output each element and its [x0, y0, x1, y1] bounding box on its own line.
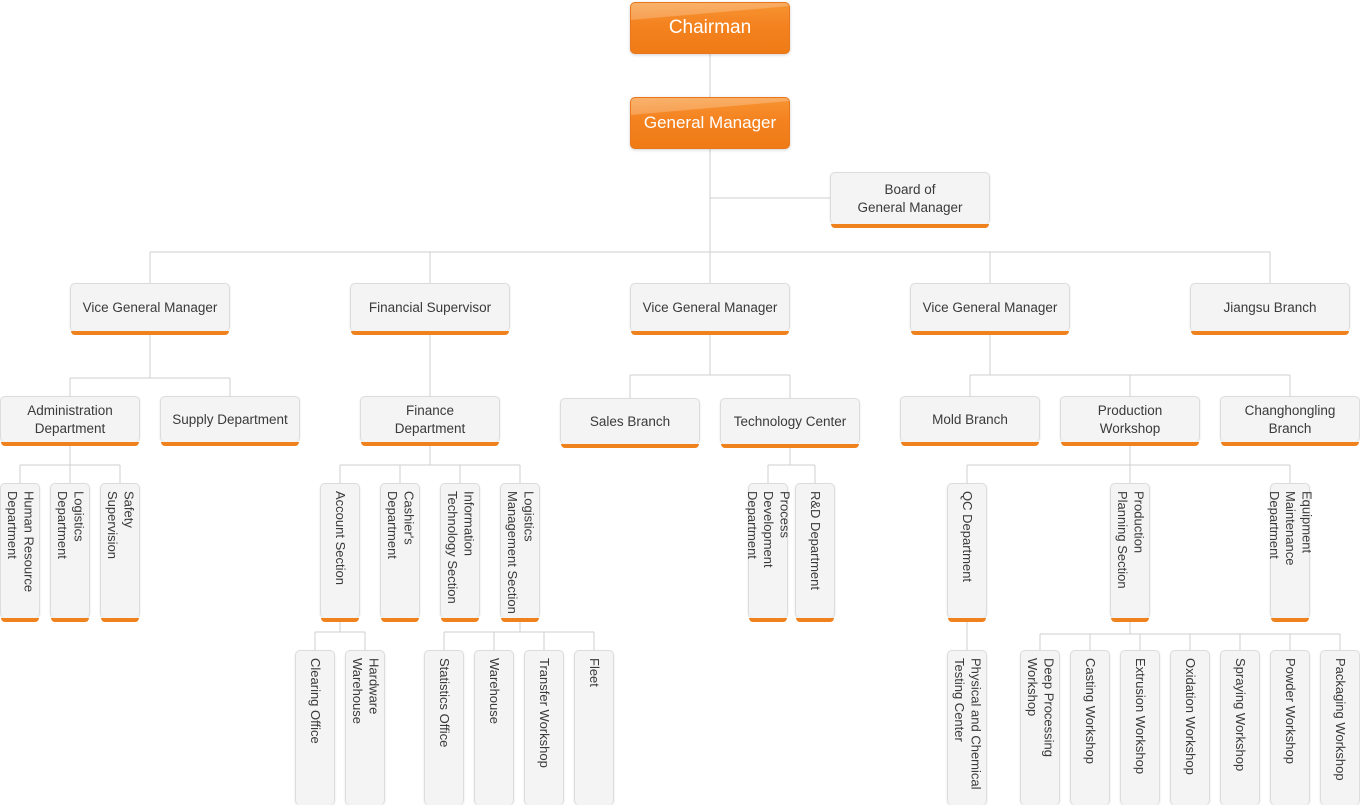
- org-node-deep_proc_ws[interactable]: Deep Processing Workshop: [1020, 650, 1060, 805]
- org-node-label: Packaging Workshop: [1333, 658, 1349, 781]
- org-node-spraying_ws[interactable]: Spraying Workshop: [1220, 650, 1260, 805]
- org-node-prod_workshop[interactable]: Production Workshop: [1060, 396, 1200, 446]
- org-node-chairman[interactable]: Chairman: [630, 2, 790, 54]
- org-node-label: Finance Department: [394, 403, 466, 436]
- org-node-label: Oxidation Workshop: [1183, 658, 1199, 775]
- org-node-label: Equipment Maintenance Department: [1266, 491, 1315, 566]
- org-node-label: Physical and Chemical Testing Center: [952, 658, 984, 790]
- org-node-account_sec[interactable]: Account Section: [320, 483, 360, 622]
- org-node-warehouse[interactable]: Warehouse: [474, 650, 514, 805]
- org-node-transfer_ws[interactable]: Transfer Workshop: [524, 650, 564, 805]
- org-node-label: Casting Workshop: [1083, 658, 1099, 764]
- org-node-label: R&D Department: [808, 491, 824, 590]
- org-node-label: Production Workshop: [1097, 403, 1163, 436]
- org-node-phys_chem_test[interactable]: Physical and Chemical Testing Center: [947, 650, 987, 805]
- org-node-label: Administration Department: [27, 403, 113, 436]
- org-node-label: Spraying Workshop: [1233, 658, 1249, 772]
- org-node-label: Hardware Warehouse: [350, 658, 382, 724]
- org-node-vgm1[interactable]: Vice General Manager: [70, 283, 230, 335]
- org-node-label: Extrusion Workshop: [1133, 658, 1149, 775]
- org-node-gm[interactable]: General Manager: [630, 97, 790, 149]
- org-node-label: Information Technology Section: [445, 491, 477, 604]
- org-node-sales_branch[interactable]: Sales Branch: [560, 398, 700, 448]
- org-node-label: Logistics Department: [55, 491, 87, 559]
- org-node-fin_sup[interactable]: Financial Supervisor: [350, 283, 510, 335]
- org-node-safety_sup[interactable]: Safety Supervision: [100, 483, 140, 622]
- org-chart: Chairman General Manager Board of General …: [0, 0, 1360, 805]
- org-node-label: Cashier's Department: [385, 491, 417, 559]
- org-node-label: Human Resource Department: [5, 491, 37, 593]
- org-node-label: Changhongling Branch: [1244, 403, 1336, 436]
- org-node-label: Deep Processing Workshop: [1025, 658, 1057, 757]
- org-node-mold_branch[interactable]: Mold Branch: [900, 396, 1040, 446]
- org-node-board_gm[interactable]: Board of General Manager: [830, 172, 990, 228]
- org-node-rnd_dept[interactable]: R&D Department: [795, 483, 835, 622]
- org-node-hardware_wh[interactable]: Hardware Warehouse: [345, 650, 385, 805]
- org-node-label: Clearing Office: [308, 658, 324, 744]
- org-node-label: Warehouse: [487, 658, 503, 724]
- org-node-label: Production Planning Section: [1115, 491, 1147, 589]
- org-node-statistics_off[interactable]: Statistics Office: [424, 650, 464, 805]
- org-node-extrusion_ws[interactable]: Extrusion Workshop: [1120, 650, 1160, 805]
- org-node-label: Jiangsu Branch: [1223, 299, 1317, 315]
- org-node-equip_maint[interactable]: Equipment Maintenance Department: [1267, 483, 1314, 622]
- org-node-fleet[interactable]: Fleet: [574, 650, 614, 805]
- org-node-oxidation_ws[interactable]: Oxidation Workshop: [1170, 650, 1210, 805]
- org-node-powder_ws[interactable]: Powder Workshop: [1270, 650, 1310, 805]
- org-node-label: Statistics Office: [437, 658, 453, 748]
- org-node-label: Technology Center: [733, 413, 847, 429]
- org-node-label: Account Section: [333, 491, 349, 585]
- org-node-vgm2[interactable]: Vice General Manager: [630, 283, 790, 335]
- org-node-qc_dept[interactable]: QC Department: [947, 483, 987, 622]
- org-node-vgm3[interactable]: Vice General Manager: [910, 283, 1070, 335]
- org-node-finance_dept[interactable]: Finance Department: [360, 396, 500, 446]
- org-node-label: Sales Branch: [589, 413, 671, 429]
- org-node-process_dev[interactable]: Process Development Department: [745, 483, 792, 622]
- org-node-label: Powder Workshop: [1283, 658, 1299, 764]
- org-node-admin_dept[interactable]: Administration Department: [0, 396, 140, 446]
- org-node-cashier_dept[interactable]: Cashier's Department: [380, 483, 420, 622]
- org-node-label: Vice General Manager: [82, 299, 218, 315]
- org-node-supply_dept[interactable]: Supply Department: [160, 396, 300, 446]
- org-node-label: Financial Supervisor: [368, 299, 492, 315]
- org-node-label: Mold Branch: [932, 411, 1008, 427]
- org-node-label: QC Department: [960, 491, 976, 583]
- org-node-label: Process Development Department: [744, 491, 793, 568]
- org-node-label: Safety Supervision: [105, 491, 137, 559]
- org-node-label: Logistics Management Section: [505, 491, 537, 614]
- org-node-hr_dept[interactable]: Human Resource Department: [0, 483, 40, 622]
- org-node-label: Vice General Manager: [642, 299, 778, 315]
- org-node-label: Vice General Manager: [922, 299, 1058, 315]
- org-node-it_sec[interactable]: Information Technology Section: [440, 483, 480, 622]
- org-node-packaging_ws[interactable]: Packaging Workshop: [1320, 650, 1360, 805]
- org-node-log_mgmt_sec[interactable]: Logistics Management Section: [500, 483, 540, 622]
- org-node-label: Supply Department: [172, 411, 288, 427]
- org-node-label: Transfer Workshop: [537, 658, 553, 768]
- org-node-label: Board of General Manager: [857, 182, 963, 215]
- org-node-tech_center[interactable]: Technology Center: [720, 398, 860, 448]
- org-node-clearing_office[interactable]: Clearing Office: [295, 650, 335, 805]
- org-node-label: Chairman: [668, 17, 752, 38]
- org-node-jiangsu[interactable]: Jiangsu Branch: [1190, 283, 1350, 335]
- org-node-changhongling[interactable]: Changhongling Branch: [1220, 396, 1360, 446]
- org-node-casting_ws[interactable]: Casting Workshop: [1070, 650, 1110, 805]
- org-node-label: General Manager: [643, 113, 777, 132]
- org-node-prod_plan_sec[interactable]: Production Planning Section: [1110, 483, 1150, 622]
- org-node-label: Fleet: [587, 658, 603, 687]
- org-node-logistics_dept[interactable]: Logistics Department: [50, 483, 90, 622]
